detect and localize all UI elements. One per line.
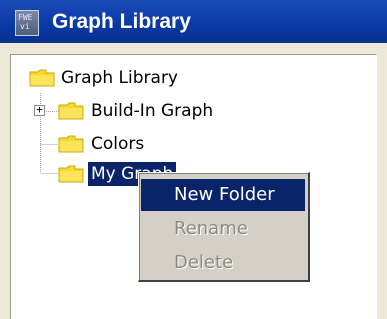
graph-library-window: FWE vi Graph Library Graph Library + Bui…: [0, 0, 387, 319]
folder-icon: [58, 135, 84, 153]
menu-item-new-folder[interactable]: New Folder: [141, 179, 305, 211]
tree-node-colors[interactable]: Colors: [88, 132, 147, 156]
menu-item-rename[interactable]: Rename: [141, 213, 305, 245]
window-title: Graph Library: [52, 10, 191, 33]
app-icon-text-bottom: vi: [20, 22, 30, 31]
context-menu: New Folder Rename Delete: [138, 172, 310, 282]
plus-icon: +: [36, 103, 43, 116]
expand-toggle-build-in-graph[interactable]: +: [34, 103, 45, 116]
app-icon: FWE vi: [15, 10, 39, 36]
tree-node-build-in-graph[interactable]: Build-In Graph: [88, 99, 216, 123]
title-bar[interactable]: FWE vi Graph Library: [0, 0, 387, 43]
folder-icon: [58, 102, 84, 120]
folder-icon: [29, 69, 55, 87]
tree-node-graph-library[interactable]: Graph Library: [58, 66, 181, 90]
menu-item-delete[interactable]: Delete: [141, 247, 305, 279]
folder-icon: [58, 165, 84, 183]
app-icon-text-top: FWE: [18, 13, 33, 22]
